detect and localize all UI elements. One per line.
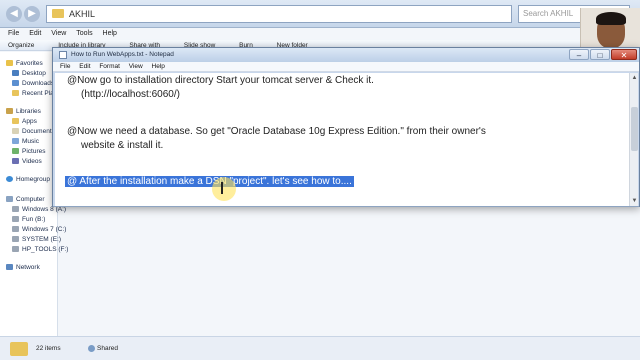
- drive-icon: [12, 226, 19, 233]
- sidebar-item-drive-b[interactable]: Fun (B:): [12, 216, 45, 223]
- status-bar: 22 items Shared: [0, 336, 640, 360]
- folder-icon: [10, 342, 28, 356]
- sidebar-item-network[interactable]: Network: [6, 264, 40, 271]
- sidebar-item-videos[interactable]: Videos: [12, 158, 42, 165]
- shared-status: Shared: [88, 345, 118, 352]
- text-line: (http://localhost:6060/): [81, 89, 180, 100]
- close-button[interactable]: ✕: [611, 49, 637, 60]
- selected-text-line: @ After the installation make a DSN "pro…: [65, 176, 354, 187]
- scroll-down-icon[interactable]: ▼: [631, 197, 638, 205]
- homegroup-icon: [6, 176, 13, 183]
- notepad-menubar: File Edit Format View Help: [53, 62, 639, 72]
- sidebar-item-music[interactable]: Music: [12, 138, 39, 145]
- sidebar-item-documents[interactable]: Documents: [12, 128, 55, 135]
- address-text: AKHIL: [69, 9, 96, 19]
- drive-icon: [12, 246, 19, 253]
- sidebar-item-computer[interactable]: Computer: [6, 196, 45, 203]
- recent-places-icon: [12, 90, 19, 97]
- navigation-pane: Favorites Desktop Downloads Recent Place…: [0, 52, 68, 336]
- notepad-titlebar[interactable]: How to Run WebApps.txt - Notepad – □ ✕: [53, 48, 639, 62]
- sidebar-item-pictures[interactable]: Pictures: [12, 148, 45, 155]
- organize-button[interactable]: Organize: [8, 42, 34, 49]
- forward-icon[interactable]: ▶: [24, 6, 40, 22]
- desktop-icon: [12, 70, 19, 77]
- sidebar-item-apps[interactable]: Apps: [12, 118, 37, 125]
- notepad-border: [53, 206, 639, 207]
- sidebar-item-favorites[interactable]: Favorites: [6, 60, 43, 67]
- shared-icon: [88, 345, 95, 352]
- notepad-title: How to Run WebApps.txt - Notepad: [71, 51, 174, 58]
- folder-icon: [12, 118, 19, 125]
- notepad-text-area[interactable]: @Now go to installation directory Start …: [55, 73, 629, 206]
- explorer-menubar: File Edit View Tools Help: [0, 28, 640, 40]
- menu-help[interactable]: Help: [103, 30, 117, 37]
- notepad-menu-edit[interactable]: Edit: [79, 63, 90, 70]
- address-bar[interactable]: AKHIL: [46, 5, 512, 23]
- item-count: 22 items: [36, 345, 61, 352]
- sidebar-item-downloads[interactable]: Downloads: [12, 80, 54, 87]
- computer-icon: [6, 196, 13, 203]
- downloads-icon: [12, 80, 19, 87]
- sidebar-item-drive-f[interactable]: HP_TOOLS (F:): [12, 246, 68, 253]
- notepad-window: How to Run WebApps.txt - Notepad – □ ✕ F…: [52, 47, 640, 207]
- scroll-up-icon[interactable]: ▲: [631, 74, 638, 82]
- documents-icon: [12, 128, 19, 135]
- notepad-icon: [59, 51, 67, 59]
- minimize-button[interactable]: –: [569, 49, 589, 60]
- sidebar-item-libraries[interactable]: Libraries: [6, 108, 41, 115]
- network-icon: [6, 264, 13, 271]
- maximize-button[interactable]: □: [590, 49, 610, 60]
- click-highlight: [212, 177, 236, 201]
- vertical-scrollbar[interactable]: ▲ ▼: [629, 73, 638, 206]
- videos-icon: [12, 158, 19, 165]
- menu-file[interactable]: File: [8, 30, 19, 37]
- text-line: @Now we need a database. So get "Oracle …: [67, 126, 486, 137]
- text-line: @Now go to installation directory Start …: [67, 75, 374, 86]
- music-icon: [12, 138, 19, 145]
- sidebar-item-drive-a[interactable]: Windows 8 (A:): [12, 206, 66, 213]
- notepad-menu-format[interactable]: Format: [99, 63, 120, 70]
- sidebar-item-desktop[interactable]: Desktop: [12, 70, 46, 77]
- text-cursor-icon: [221, 182, 223, 194]
- pictures-icon: [12, 148, 19, 155]
- text-line: website & install it.: [81, 140, 164, 151]
- menu-view[interactable]: View: [51, 30, 66, 37]
- menu-edit[interactable]: Edit: [29, 30, 41, 37]
- notepad-menu-file[interactable]: File: [60, 63, 70, 70]
- drive-icon: [12, 216, 19, 223]
- sidebar-item-drive-e[interactable]: SYSTEM (E:): [12, 236, 61, 243]
- drive-icon: [12, 206, 19, 213]
- notepad-menu-help[interactable]: Help: [152, 63, 165, 70]
- star-icon: [6, 60, 13, 67]
- sidebar-item-drive-c[interactable]: Windows 7 (C:): [12, 226, 66, 233]
- notepad-menu-view[interactable]: View: [129, 63, 143, 70]
- sidebar-item-homegroup[interactable]: Homegroup: [6, 176, 50, 183]
- folder-icon: [52, 9, 64, 18]
- drive-icon: [12, 236, 19, 243]
- scroll-thumb[interactable]: [631, 107, 638, 151]
- explorer-titlebar: ◀ ▶ AKHIL Search AKHIL: [0, 0, 640, 28]
- libraries-icon: [6, 108, 13, 115]
- back-icon[interactable]: ◀: [6, 6, 22, 22]
- menu-tools[interactable]: Tools: [76, 30, 92, 37]
